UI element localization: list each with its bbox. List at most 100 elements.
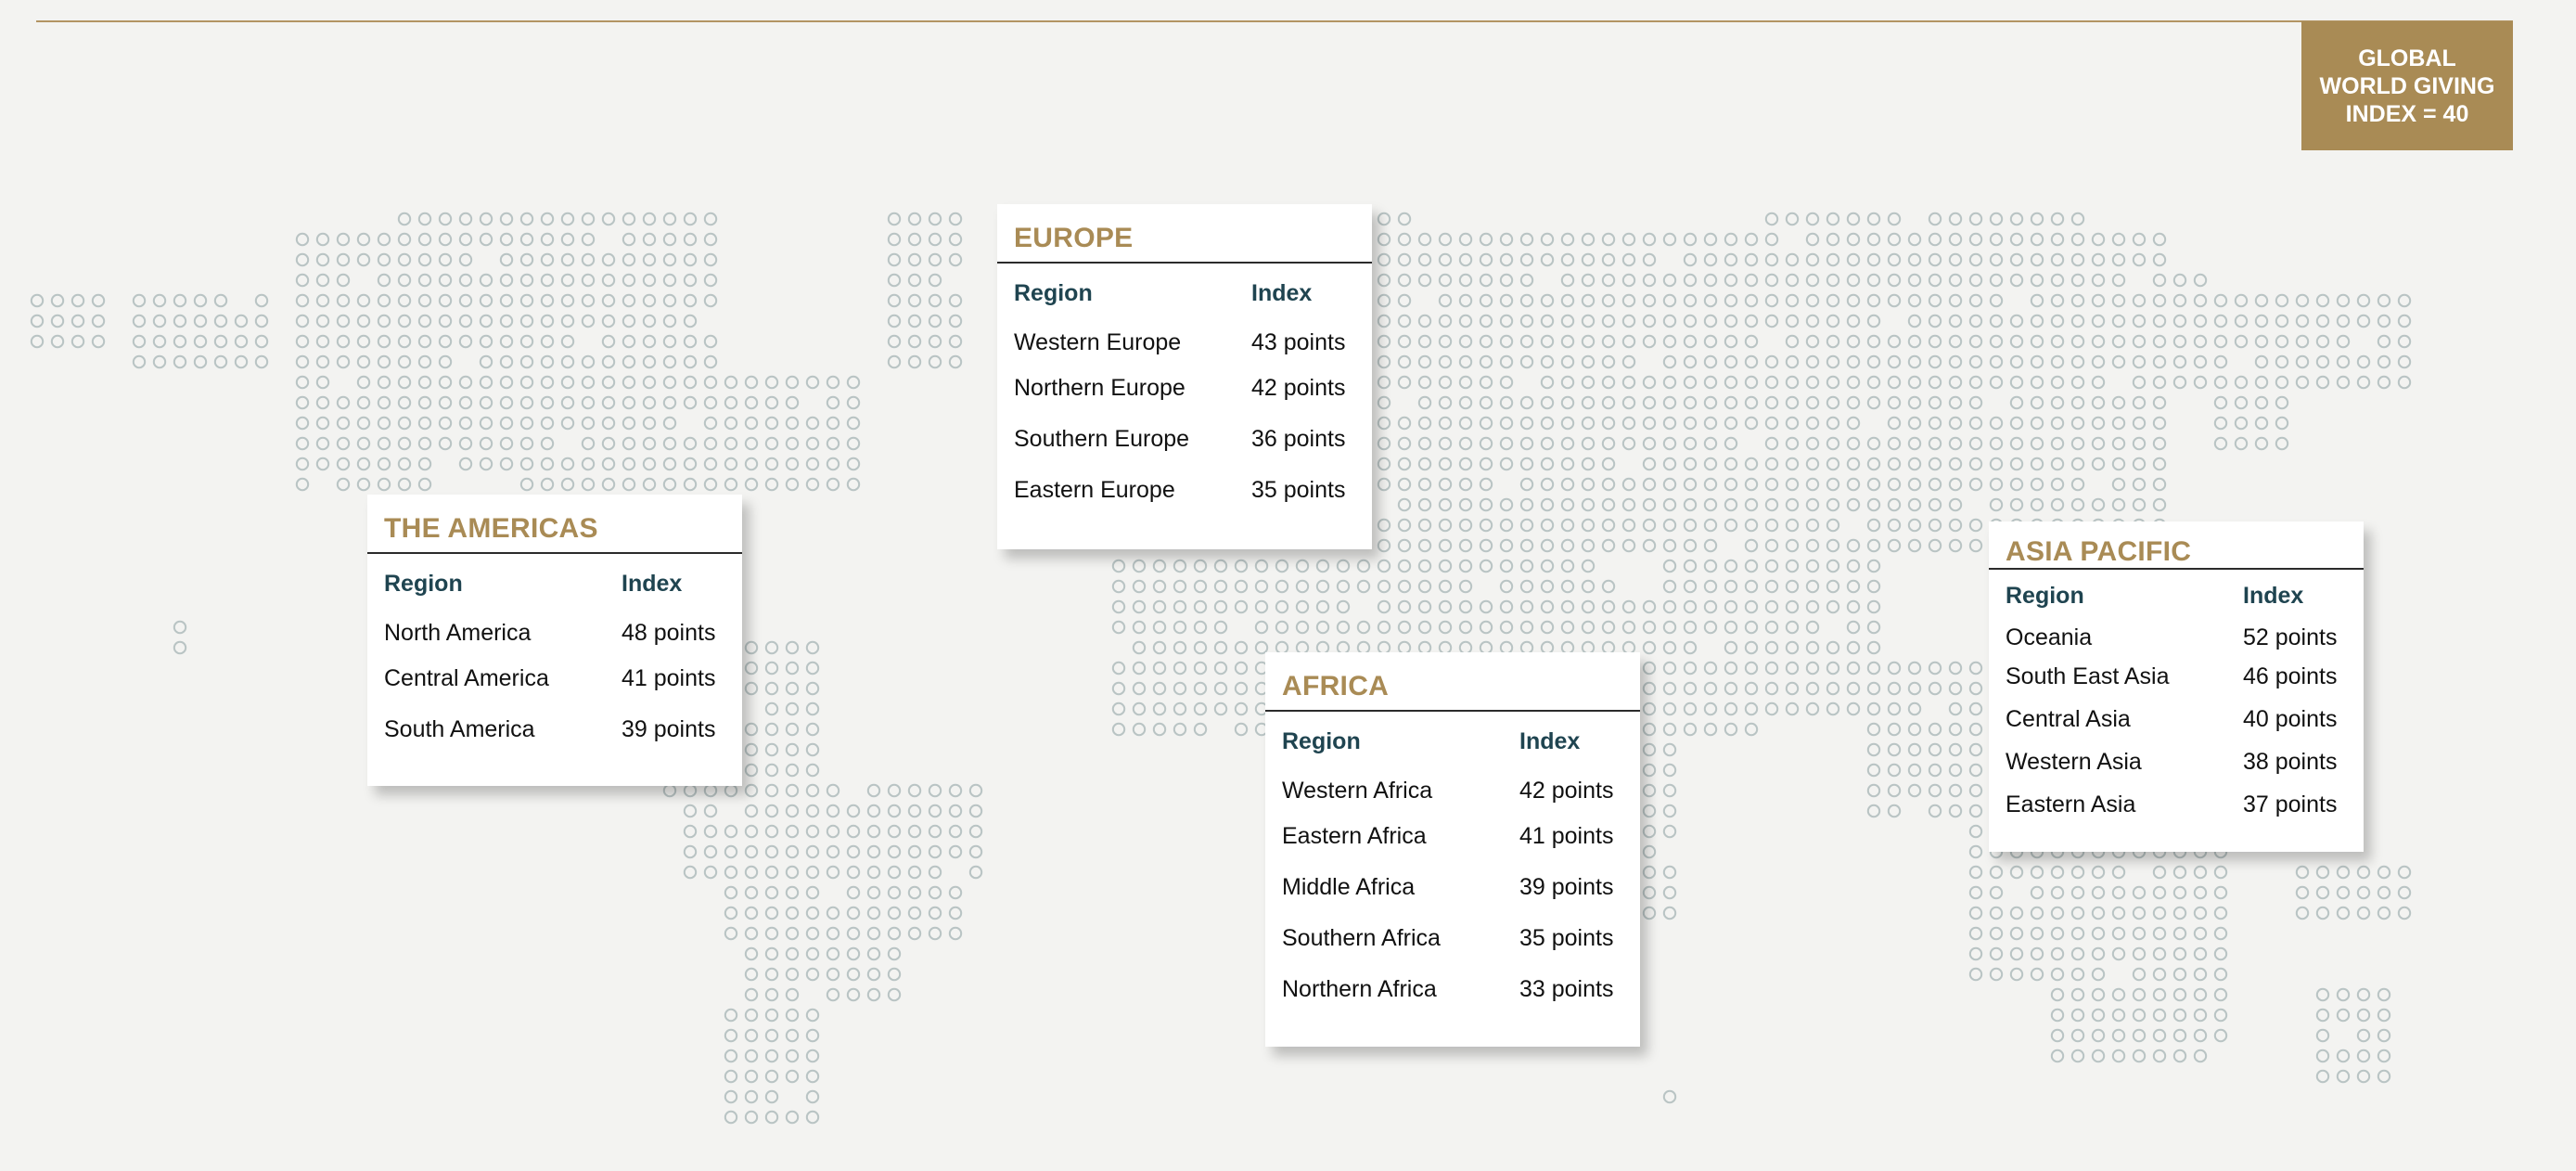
map-dot: [2315, 1028, 2330, 1043]
map-dot: [1866, 742, 1881, 757]
map-dot: [1968, 395, 1983, 410]
map-dot: [2111, 906, 2126, 920]
map-dot: [887, 314, 902, 328]
map-dot: [499, 457, 514, 471]
map-dot: [2152, 314, 2167, 328]
map-dot: [499, 273, 514, 288]
map-dot: [744, 865, 759, 880]
map-dot: [907, 926, 922, 941]
map-dot: [887, 354, 902, 369]
map-dot: [377, 457, 391, 471]
map-dot: [1826, 457, 1840, 471]
map-dot: [70, 293, 85, 308]
map-dot: [1683, 416, 1698, 431]
map-dot: [1662, 599, 1677, 614]
map-dot: [1785, 640, 1800, 655]
map-dot: [2091, 906, 2106, 920]
map-dot: [1785, 416, 1800, 431]
map-dot: [764, 1089, 779, 1104]
map-dot: [2070, 457, 2085, 471]
map-dot: [336, 314, 351, 328]
map-dot: [703, 212, 718, 226]
map-dot: [2030, 212, 2044, 226]
map-dot: [968, 844, 983, 859]
map-dot: [1826, 538, 1840, 553]
table-row: Northern Europe 42 points: [997, 363, 1372, 414]
map-dot: [1928, 395, 1942, 410]
map-dot: [1621, 293, 1636, 308]
map-dot: [2050, 252, 2065, 267]
map-dot: [397, 477, 412, 492]
map-dot: [826, 783, 840, 798]
map-dot: [540, 314, 555, 328]
map-dot: [1152, 599, 1167, 614]
map-dot: [560, 354, 575, 369]
map-dot: [1540, 457, 1555, 471]
map-dot: [417, 375, 432, 390]
map-dot: [1213, 599, 1228, 614]
map-dot: [1662, 681, 1677, 696]
map-dot: [601, 212, 616, 226]
map-dot: [1968, 314, 1983, 328]
map-dot: [2050, 334, 2065, 349]
table-row: Eastern Europe 35 points: [997, 465, 1372, 516]
map-dot: [1601, 334, 1616, 349]
map-dot: [1642, 334, 1657, 349]
map-dot: [764, 640, 779, 655]
map-dot: [1907, 661, 1922, 676]
map-dot: [2070, 273, 2085, 288]
map-dot: [519, 212, 534, 226]
map-dot: [744, 1008, 759, 1023]
map-dot: [1499, 375, 1514, 390]
map-dot: [2172, 334, 2187, 349]
map-dot: [2009, 906, 2024, 920]
map-dot: [1621, 436, 1636, 451]
map-dot: [1519, 232, 1534, 247]
map-dot: [1234, 722, 1249, 737]
map-dot: [1764, 681, 1779, 696]
map-dot: [540, 334, 555, 349]
map-dot: [1642, 518, 1657, 533]
map-dot: [805, 722, 820, 737]
map-dot: [887, 232, 902, 247]
map-dot: [1805, 232, 1820, 247]
map-dot: [1642, 885, 1657, 900]
map-dot: [887, 865, 902, 880]
map-dot: [1662, 354, 1677, 369]
map-dot: [315, 457, 330, 471]
region-name: North America: [384, 620, 532, 646]
map-dot: [744, 946, 759, 961]
map-dot: [1499, 559, 1514, 573]
map-dot: [1764, 620, 1779, 635]
map-dot: [1519, 436, 1534, 451]
map-dot: [1744, 232, 1759, 247]
map-dot: [458, 416, 473, 431]
map-dot: [1642, 722, 1657, 737]
map-dot: [744, 395, 759, 410]
map-dot: [2254, 314, 2269, 328]
map-dot: [315, 416, 330, 431]
map-dot: [1458, 314, 1473, 328]
map-dot: [1458, 457, 1473, 471]
map-dot: [1234, 661, 1249, 676]
map-dot: [1662, 518, 1677, 533]
map-dot: [887, 967, 902, 982]
map-dot: [1907, 314, 1922, 328]
map-dot: [846, 967, 861, 982]
map-dot: [2132, 926, 2147, 941]
map-dot: [1887, 416, 1902, 431]
map-dot: [458, 395, 473, 410]
map-dot: [1560, 599, 1575, 614]
map-dot: [1234, 640, 1249, 655]
map-dot: [1601, 436, 1616, 451]
map-dot: [2193, 334, 2208, 349]
map-dot: [295, 314, 310, 328]
map-dot: [540, 232, 555, 247]
map-dot: [805, 661, 820, 676]
map-dot: [1826, 579, 1840, 594]
map-dot: [826, 375, 840, 390]
map-dot: [479, 314, 493, 328]
table-row: Southern Europe 36 points: [997, 414, 1372, 465]
map-dot: [744, 661, 759, 676]
map-dot: [1703, 538, 1718, 553]
